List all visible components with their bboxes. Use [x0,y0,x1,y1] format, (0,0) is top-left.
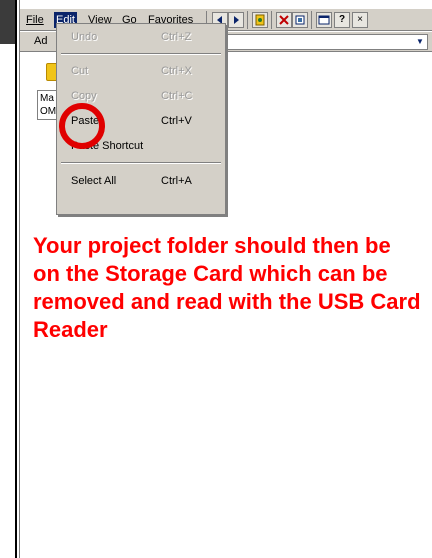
menu-item-shortcut: Ctrl+V [161,115,192,127]
toolbar-separator [271,11,272,29]
chevron-down-icon[interactable]: ▼ [414,36,426,48]
help-icon[interactable]: ? [334,12,350,28]
menu-separator [61,162,221,164]
instruction-text: Your project folder should then be on th… [33,233,421,342]
menu-file[interactable]: File [24,12,46,28]
close-icon[interactable]: × [352,12,368,28]
menu-item-cut[interactable]: Cut Ctrl+X [57,59,225,83]
address-label: Ad [34,35,48,47]
properties-icon[interactable] [292,12,308,28]
explorer-window: File Edit View Go Favorites ? × Ad ▼ Ma … [19,0,432,558]
toolbar-separator [247,11,248,29]
delete-icon[interactable] [276,12,292,28]
left-panel-edge [0,0,17,558]
favorites-icon[interactable] [252,12,268,28]
menu-item-undo[interactable]: Undo Ctrl+Z [57,25,225,49]
forward-icon[interactable] [228,12,244,28]
close-label: × [357,14,363,25]
menu-item-select-all[interactable]: Select All Ctrl+A [57,169,225,193]
menu-separator [61,53,221,55]
toolbar-separator [311,11,312,29]
menu-item-shortcut: Ctrl+Z [161,31,192,43]
help-label: ? [338,14,346,25]
menu-item-label: Select All [71,175,117,187]
menu-item-label: Undo [71,31,98,43]
menu-item-shortcut: Ctrl+X [161,65,192,77]
panel-grip [0,0,15,44]
menu-item-label: Cut [71,65,89,77]
menu-item-shortcut: Ctrl+C [161,90,193,102]
view-icon[interactable] [316,12,332,28]
menu-file-label: File [26,14,44,26]
menu-item-shortcut: Ctrl+A [161,175,192,187]
paste-highlight-circle [59,103,105,149]
